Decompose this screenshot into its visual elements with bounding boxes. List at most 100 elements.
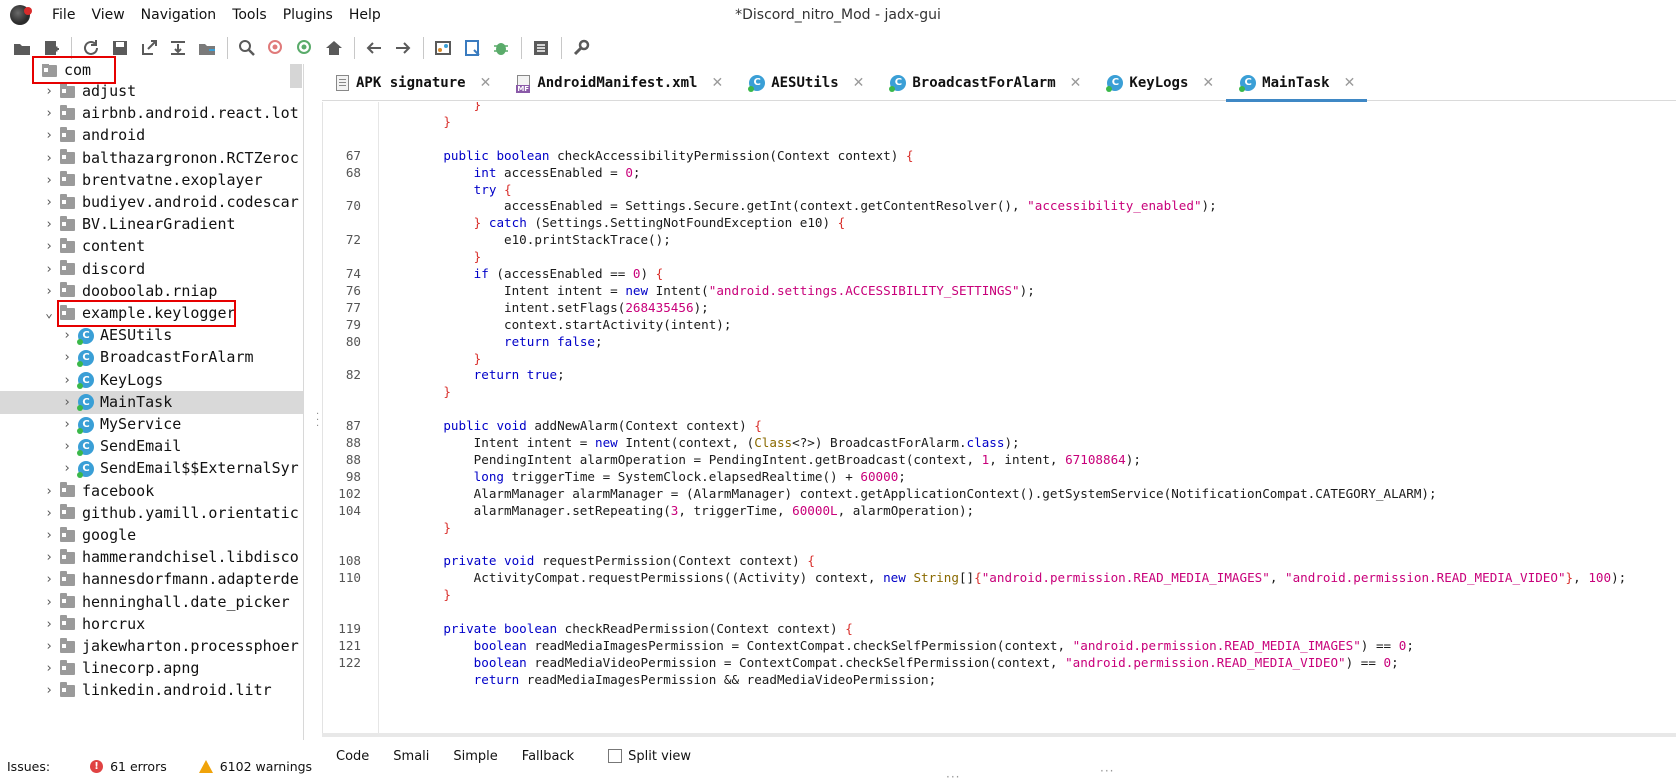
- preferences-button[interactable]: [567, 34, 595, 62]
- menu-navigation[interactable]: Navigation: [133, 0, 225, 30]
- tab-simple[interactable]: Simple: [453, 749, 497, 764]
- code-line[interactable]: 119 private boolean checkReadPermission(…: [323, 620, 1676, 638]
- tab-broadcastforalarm[interactable]: C BroadcastForAlarm ✕: [876, 64, 1093, 101]
- tree-item-sendemail[interactable]: › C SendEmail: [0, 435, 303, 458]
- chevron-right-icon[interactable]: ›: [42, 258, 56, 281]
- chevron-right-icon[interactable]: ›: [42, 213, 56, 236]
- tree-item-jakewharton-processphoer[interactable]: › jakewharton.processphoer: [0, 635, 303, 658]
- package-tree[interactable]: com › adjust › airbnb.android.react.lot › andr…: [0, 64, 304, 740]
- debug-button[interactable]: [487, 34, 515, 62]
- chevron-right-icon[interactable]: ›: [42, 191, 56, 214]
- code-line[interactable]: 108 private void requestPermission(Conte…: [323, 552, 1676, 570]
- tab-androidmanifest-xml[interactable]: AndroidManifest.xml ✕: [503, 64, 735, 101]
- chevron-right-icon[interactable]: ›: [42, 568, 56, 591]
- deobfuscation-button[interactable]: [429, 34, 457, 62]
- close-icon[interactable]: ✕: [1202, 75, 1214, 91]
- chevron-right-icon[interactable]: ›: [42, 679, 56, 702]
- tab-apk-signature[interactable]: APK signature ✕: [322, 64, 503, 101]
- tree-item-android[interactable]: › android: [0, 124, 303, 147]
- tree-item-horcrux[interactable]: › horcrux: [0, 613, 303, 636]
- tree-item-henninghall-date-picker[interactable]: › henninghall.date_picker: [0, 591, 303, 614]
- chevron-right-icon[interactable]: ›: [42, 502, 56, 525]
- close-icon[interactable]: ✕: [480, 75, 492, 91]
- menu-file[interactable]: File: [44, 0, 83, 30]
- chevron-right-icon[interactable]: ›: [42, 124, 56, 147]
- chevron-right-icon[interactable]: ›: [42, 524, 56, 547]
- tree-item-myservice[interactable]: › C MyService: [0, 413, 303, 436]
- code-line[interactable]: 110 ActivityCompat.requestPermissions((A…: [323, 569, 1676, 587]
- tree-item-facebook[interactable]: › facebook: [0, 480, 303, 503]
- code-line[interactable]: [323, 130, 1676, 148]
- find-usage-button[interactable]: [262, 34, 290, 62]
- tree-item-bv-lineargradient[interactable]: › BV.LinearGradient: [0, 213, 303, 236]
- log-button[interactable]: [527, 34, 555, 62]
- close-icon[interactable]: ✕: [853, 75, 865, 91]
- code-line[interactable]: }: [323, 350, 1676, 368]
- code-line[interactable]: [323, 603, 1676, 621]
- code-horizontal-scrollbar[interactable]: [322, 733, 1676, 737]
- tab-maintask[interactable]: C MainTask ✕: [1226, 64, 1368, 102]
- chevron-right-icon[interactable]: ›: [42, 480, 56, 503]
- menu-tools[interactable]: Tools: [224, 0, 275, 30]
- code-line[interactable]: return readMediaImagesPermission && read…: [323, 671, 1676, 689]
- menu-view[interactable]: View: [83, 0, 132, 30]
- search-button[interactable]: [233, 34, 261, 62]
- tree-item-budiyev-android-codescar[interactable]: › budiyev.android.codescar: [0, 191, 303, 214]
- chevron-right-icon[interactable]: ›: [42, 280, 56, 303]
- code-line[interactable]: [323, 535, 1676, 553]
- code-line[interactable]: 77 intent.setFlags(268435456);: [323, 299, 1676, 317]
- home-button[interactable]: [320, 34, 348, 62]
- code-line[interactable]: }: [323, 519, 1676, 537]
- code-line[interactable]: 88 PendingIntent alarmOperation = Pendin…: [323, 451, 1676, 469]
- find-class-button[interactable]: [291, 34, 319, 62]
- chevron-right-icon[interactable]: ›: [42, 546, 56, 569]
- code-line[interactable]: }: [323, 586, 1676, 604]
- tree-item-keylogs[interactable]: › C KeyLogs: [0, 369, 303, 392]
- sync-tree-button[interactable]: [193, 34, 221, 62]
- code-line[interactable]: 74 if (accessEnabled == 0) {: [323, 265, 1676, 283]
- close-icon[interactable]: ✕: [1344, 75, 1356, 91]
- chevron-down-icon[interactable]: ⌄: [42, 302, 56, 325]
- code-line[interactable]: } catch (Settings.SettingNotFoundExcepti…: [323, 214, 1676, 232]
- tab-aesutils[interactable]: C AESUtils ✕: [735, 64, 876, 101]
- code-line[interactable]: 82 return true;: [323, 366, 1676, 384]
- chevron-right-icon[interactable]: ›: [60, 457, 74, 480]
- chevron-right-icon[interactable]: ›: [60, 413, 74, 436]
- back-button[interactable]: [360, 34, 388, 62]
- code-line[interactable]: try {: [323, 181, 1676, 199]
- chevron-right-icon[interactable]: ›: [42, 613, 56, 636]
- chevron-right-icon[interactable]: ›: [60, 346, 74, 369]
- tab-keylogs[interactable]: C KeyLogs ✕: [1093, 64, 1226, 101]
- tree-item-github-yamill-orientatic[interactable]: › github.yamill.orientatic: [0, 502, 303, 525]
- code-line[interactable]: 70 accessEnabled = Settings.Secure.getIn…: [323, 197, 1676, 215]
- tree-item-sendemail-externalsyr[interactable]: › C SendEmail$$ExternalSyr: [0, 457, 303, 480]
- code-line[interactable]: 122 boolean readMediaVideoPermission = C…: [323, 654, 1676, 672]
- tree-scrollbar[interactable]: [290, 64, 302, 88]
- split-view-checkbox[interactable]: [608, 749, 623, 763]
- chevron-right-icon[interactable]: ›: [60, 369, 74, 392]
- code-line[interactable]: }: [323, 248, 1676, 266]
- tree-item-content[interactable]: › content: [0, 235, 303, 258]
- close-icon[interactable]: ✕: [711, 75, 723, 91]
- chevron-right-icon[interactable]: ›: [60, 324, 74, 347]
- chevron-right-icon[interactable]: ›: [42, 169, 56, 192]
- code-line[interactable]: 76 Intent intent = new Intent("android.s…: [323, 282, 1676, 300]
- code-line[interactable]: 67 public boolean checkAccessibilityPerm…: [323, 147, 1676, 165]
- warnings-indicator[interactable]: 6102 warnings: [198, 759, 312, 774]
- tree-item-maintask[interactable]: › C MainTask: [0, 390, 303, 414]
- code-line[interactable]: 68 int accessEnabled = 0;: [323, 164, 1676, 182]
- tab-smali[interactable]: Smali: [393, 749, 429, 764]
- quark-button[interactable]: [458, 34, 486, 62]
- chevron-right-icon[interactable]: ›: [42, 635, 56, 658]
- tree-item-linkedin-android-litr[interactable]: › linkedin.android.litr: [0, 679, 303, 702]
- tree-item-hannesdorfmann-adapterde[interactable]: › hannesdorfmann.adapterde: [0, 568, 303, 591]
- tree-item-hammerandchisel-libdisco[interactable]: › hammerandchisel.libdisco: [0, 546, 303, 569]
- close-icon[interactable]: ✕: [1070, 75, 1082, 91]
- tree-item-discord[interactable]: › discord: [0, 258, 303, 281]
- splitter-handle[interactable]: · · ·: [316, 410, 320, 432]
- code-line[interactable]: 79 context.startActivity(intent);: [323, 316, 1676, 334]
- tree-item-airbnb-android-react-lot[interactable]: › airbnb.android.react.lot: [0, 102, 303, 125]
- tab-code[interactable]: Code: [336, 749, 369, 764]
- code-line[interactable]: 98 long triggerTime = SystemClock.elapse…: [323, 468, 1676, 486]
- tree-item-google[interactable]: › google: [0, 524, 303, 547]
